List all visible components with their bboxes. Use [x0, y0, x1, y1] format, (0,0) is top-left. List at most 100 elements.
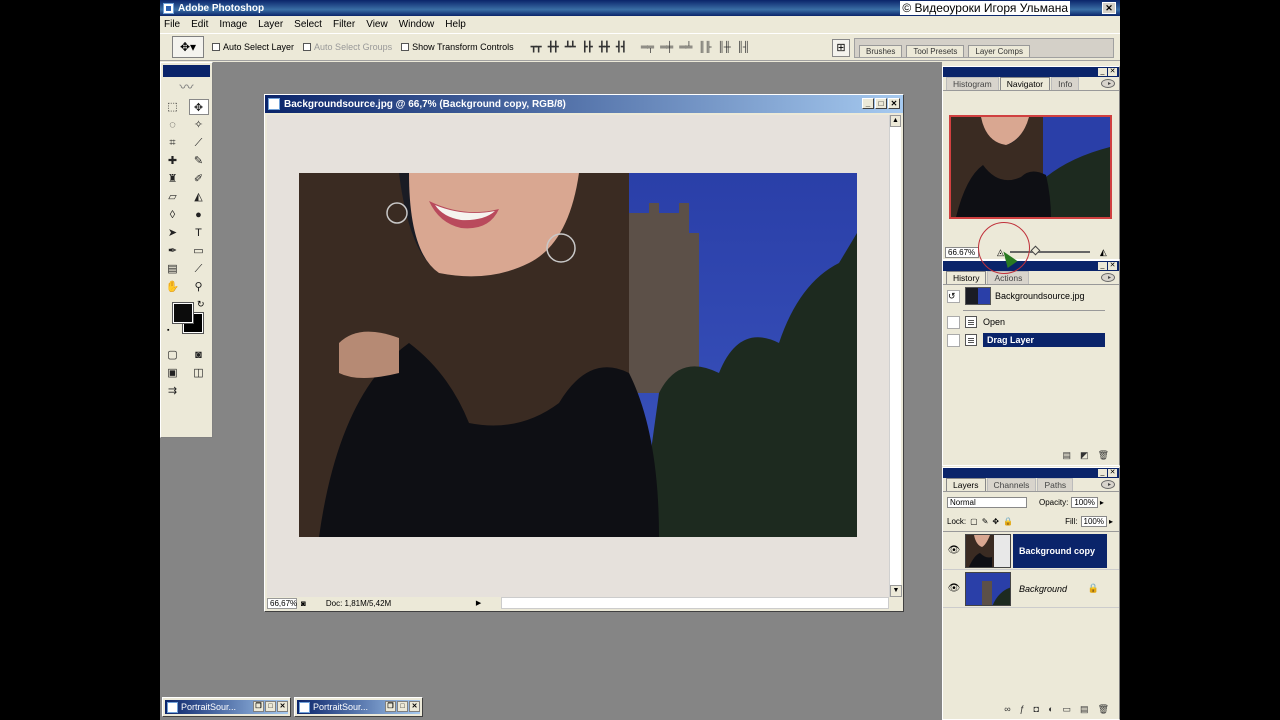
- add-mask-icon[interactable]: ◘: [1034, 704, 1039, 715]
- opacity-field[interactable]: 100%: [1071, 496, 1098, 508]
- document-horizontal-scrollbar[interactable]: [501, 597, 889, 609]
- zoom-in-icon[interactable]: ◭: [1100, 247, 1107, 258]
- history-brush-tool-icon[interactable]: ✐: [189, 171, 209, 187]
- tab-histogram[interactable]: Histogram: [946, 77, 999, 90]
- history-item-selected[interactable]: Drag Layer: [943, 331, 1119, 349]
- trash-icon[interactable]: 🗑: [1098, 704, 1109, 715]
- minimize-icon[interactable]: _: [1098, 68, 1107, 76]
- quick-mask-mode-icon[interactable]: ◙: [189, 347, 209, 363]
- align-top-icon[interactable]: ┳┳: [531, 42, 542, 53]
- menu-edit[interactable]: Edit: [191, 19, 208, 30]
- notes-tool-icon[interactable]: ▤: [163, 261, 183, 277]
- align-bottom-icon[interactable]: ┻┻: [565, 42, 576, 53]
- toolbox-header[interactable]: [163, 65, 210, 77]
- history-checkbox[interactable]: [947, 333, 960, 347]
- default-colors-icon[interactable]: ▪: [167, 327, 169, 334]
- move-tool-preset-picker[interactable]: ✥▾: [172, 36, 204, 58]
- adjustment-layer-icon[interactable]: ◐: [1048, 704, 1053, 715]
- tab-history[interactable]: History: [946, 271, 987, 284]
- menu-help[interactable]: Help: [445, 19, 466, 30]
- foreground-color-swatch[interactable]: [172, 302, 194, 324]
- menu-view[interactable]: View: [366, 19, 388, 30]
- scroll-down-icon[interactable]: ▼: [890, 585, 902, 597]
- tab-channels[interactable]: Channels: [986, 478, 1037, 491]
- scroll-up-icon[interactable]: ▲: [890, 115, 901, 127]
- minimize-icon[interactable]: _: [1098, 262, 1107, 270]
- show-transform-controls-checkbox[interactable]: Show Transform Controls: [401, 42, 514, 52]
- eraser-tool-icon[interactable]: ▱: [163, 189, 183, 205]
- type-tool-icon[interactable]: T: [189, 225, 209, 241]
- menu-layer[interactable]: Layer: [258, 19, 283, 30]
- healing-brush-tool-icon[interactable]: ✚: [163, 153, 183, 169]
- paint-bucket-tool-icon[interactable]: ◭: [189, 189, 209, 205]
- marquee-tool-icon[interactable]: ⬚: [163, 99, 183, 115]
- align-right-icon[interactable]: ┫┫: [616, 42, 627, 53]
- standard-mode-icon[interactable]: ▢: [163, 347, 183, 363]
- document-titlebar[interactable]: Backgroundsource.jpg @ 66,7% (Background…: [265, 95, 903, 113]
- opacity-arrow-icon[interactable]: ▸: [1100, 498, 1104, 507]
- crop-tool-icon[interactable]: ⌗: [163, 135, 183, 151]
- distribute-hcenter-icon[interactable]: ║╫: [718, 42, 731, 53]
- swap-colors-icon[interactable]: ↻: [197, 299, 205, 310]
- lock-transparency-icon[interactable]: ▢: [970, 517, 978, 526]
- minimize-icon[interactable]: _: [1098, 469, 1107, 477]
- eye-icon[interactable]: 👁: [947, 583, 961, 594]
- close-icon[interactable]: ✕: [1102, 2, 1116, 14]
- menu-window[interactable]: Window: [399, 19, 435, 30]
- new-document-from-state-icon[interactable]: ▤: [1063, 450, 1072, 461]
- eyedropper-tool-icon[interactable]: ⟋: [189, 261, 209, 277]
- close-icon[interactable]: ✕: [1108, 469, 1117, 477]
- tab-paths[interactable]: Paths: [1037, 478, 1074, 491]
- lasso-tool-icon[interactable]: ◌: [163, 117, 183, 133]
- menu-image[interactable]: Image: [219, 19, 247, 30]
- status-menu-arrow-icon[interactable]: ▶: [476, 599, 481, 607]
- lock-position-icon[interactable]: ✥: [992, 517, 999, 526]
- distribute-left-icon[interactable]: ║╟: [698, 42, 711, 53]
- distribute-right-icon[interactable]: ║╢: [737, 42, 750, 53]
- navigator-thumbnail[interactable]: [949, 115, 1112, 219]
- minimize-icon[interactable]: _: [862, 98, 874, 109]
- minimized-window-1[interactable]: PortraitSour... ❐ □ ✕: [162, 697, 291, 717]
- layer-style-icon[interactable]: ƒ: [1020, 704, 1025, 715]
- restore-icon[interactable]: ❐: [253, 701, 264, 712]
- close-icon[interactable]: ✕: [277, 701, 288, 712]
- navigator-zoom-field[interactable]: 66.67%: [945, 246, 979, 258]
- eye-icon[interactable]: 👁: [947, 545, 961, 556]
- magic-wand-tool-icon[interactable]: ✧: [189, 117, 209, 133]
- history-item[interactable]: Open: [943, 313, 1119, 331]
- slider-thumb[interactable]: [1030, 245, 1041, 256]
- align-left-icon[interactable]: ┣┣: [582, 42, 593, 53]
- panel-header[interactable]: _ ✕: [943, 468, 1119, 478]
- file-browser-icon[interactable]: ⊞: [832, 39, 850, 57]
- blend-mode-select[interactable]: Normal: [947, 496, 1027, 508]
- minimized-window-2[interactable]: PortraitSour... ❐ □ ✕: [294, 697, 423, 717]
- history-snapshot[interactable]: ↺ Backgroundsource.jpg: [943, 285, 1119, 307]
- align-hcenter-icon[interactable]: ╋╋: [599, 42, 610, 53]
- maximize-icon[interactable]: □: [397, 701, 408, 712]
- link-layers-icon[interactable]: ∞: [1004, 704, 1010, 715]
- history-brush-source-icon[interactable]: ↺: [947, 289, 960, 303]
- panel-menu-icon[interactable]: ▸: [1101, 273, 1115, 282]
- tab-info[interactable]: Info: [1051, 77, 1080, 90]
- path-selection-tool-icon[interactable]: ➤: [163, 225, 183, 241]
- brush-tool-icon[interactable]: ✎: [189, 153, 209, 169]
- zoom-tool-icon[interactable]: ⚲: [189, 279, 209, 295]
- panel-header[interactable]: _ ✕: [943, 67, 1119, 77]
- move-tool-icon[interactable]: ✥: [188, 99, 209, 115]
- screen-mode-full-icon[interactable]: ◫: [189, 365, 209, 381]
- new-group-icon[interactable]: ▭: [1063, 704, 1072, 715]
- adobe-feather-icon[interactable]: 〰: [161, 77, 212, 97]
- new-snapshot-icon[interactable]: ◩: [1080, 450, 1089, 461]
- menu-file[interactable]: File: [164, 19, 180, 30]
- pen-tool-icon[interactable]: ✒: [163, 243, 183, 259]
- distribute-top-icon[interactable]: ═╤: [641, 42, 654, 53]
- close-icon[interactable]: ✕: [409, 701, 420, 712]
- well-tab-tool-presets[interactable]: Tool Presets: [906, 45, 965, 57]
- well-tab-brushes[interactable]: Brushes: [859, 45, 903, 57]
- document-canvas[interactable]: [267, 115, 889, 597]
- distribute-bottom-icon[interactable]: ═╧: [679, 42, 692, 53]
- hand-tool-icon[interactable]: ✋: [163, 279, 183, 295]
- menu-filter[interactable]: Filter: [333, 19, 355, 30]
- fill-arrow-icon[interactable]: ▸: [1109, 517, 1113, 526]
- layer-row[interactable]: 👁 Background 🔒: [943, 570, 1119, 608]
